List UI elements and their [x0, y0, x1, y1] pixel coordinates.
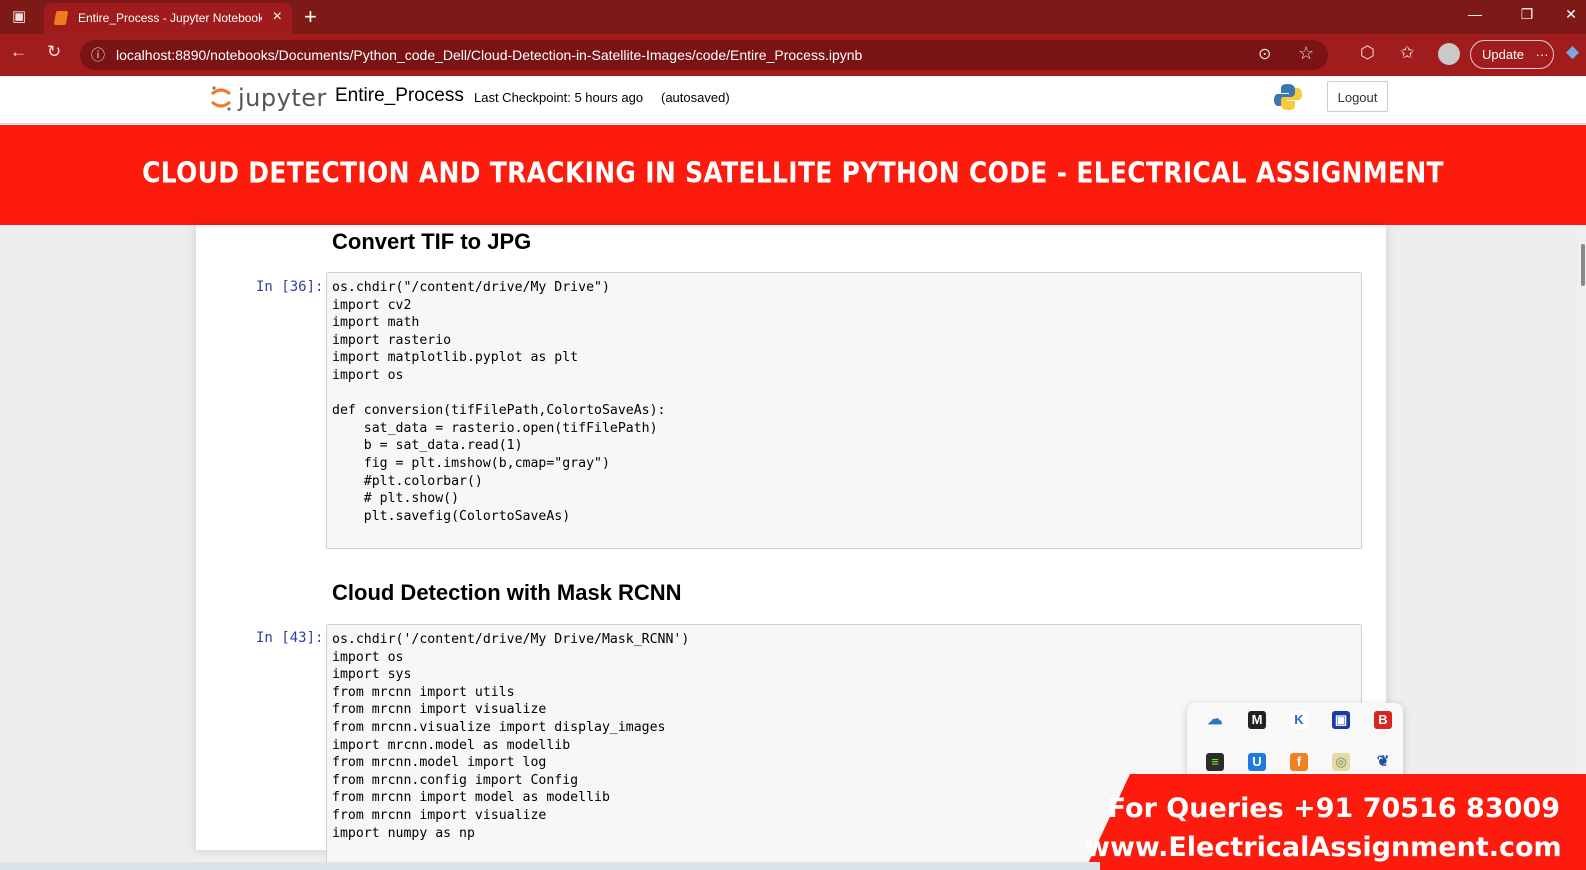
app-k-icon[interactable]: K [1290, 711, 1308, 729]
app-m-icon[interactable]: M [1248, 711, 1266, 729]
app-bird-icon[interactable]: ❦ [1374, 753, 1392, 771]
window-close-icon[interactable]: ✕ [1556, 6, 1586, 23]
app-u-icon[interactable]: U [1248, 753, 1266, 771]
app-pale-icon[interactable]: ◎ [1332, 753, 1350, 771]
browser-toolbar: ← ↻ ⓘ localhost:8890/notebooks/Documents… [0, 34, 1586, 76]
back-icon[interactable]: ← [10, 42, 27, 62]
cell-prompt: In [36]: [256, 279, 324, 295]
promo-website: www.ElectricalAssignment.com [1085, 832, 1562, 863]
favorites-icon[interactable]: ✩ [1400, 43, 1414, 63]
address-bar[interactable]: ⓘ localhost:8890/notebooks/Documents/Pyt… [80, 40, 1328, 70]
notebook-name[interactable]: Entire_Process [335, 85, 464, 107]
scrollbar-thumb[interactable] [1581, 244, 1585, 286]
markdown-heading: Cloud Detection with Mask RCNN [332, 580, 682, 605]
browser-tab-active[interactable]: Entire_Process - Jupyter Notebook × [44, 3, 292, 34]
checkpoint-status: Last Checkpoint: 5 hours ago [474, 90, 644, 105]
app-orange-icon[interactable]: f [1290, 753, 1308, 771]
page-scrollbar[interactable] [1578, 225, 1586, 850]
notebook-favicon-icon [53, 11, 69, 25]
copilot-icon[interactable]: ◆ [1566, 42, 1579, 62]
extensions-icon[interactable]: ⬡ [1360, 43, 1375, 63]
app-b-icon[interactable]: B [1374, 711, 1392, 729]
app-save-icon[interactable]: ▣ [1332, 711, 1350, 729]
reading-mode-icon[interactable]: ⊙ [1258, 44, 1271, 64]
new-tab-icon[interactable]: + [304, 4, 317, 30]
site-info-icon[interactable]: ⓘ [91, 45, 105, 65]
favorite-star-icon[interactable]: ☆ [1298, 43, 1314, 64]
promo-phone: For Queries +91 70516 83009 [1107, 793, 1560, 824]
app-green-icon[interactable]: ≡ [1206, 753, 1224, 771]
windows-taskbar [0, 862, 1100, 870]
jupyter-logo-icon [211, 86, 231, 111]
promo-banner: CLOUD DETECTION AND TRACKING IN SATELLIT… [0, 125, 1586, 225]
cell-prompt: In [43]: [256, 630, 324, 646]
tab-actions-icon[interactable]: ▣ [12, 7, 26, 25]
onedrive-icon[interactable]: ☁ [1206, 711, 1224, 729]
python-logo-icon [1274, 84, 1302, 110]
jupyter-header: jupyter Entire_Process Last Checkpoint: … [0, 76, 1586, 124]
browser-tab-bar: ▣ Entire_Process - Jupyter Notebook × + … [0, 0, 1586, 34]
jupyter-logo-text[interactable]: jupyter [238, 84, 327, 112]
minimize-icon[interactable]: — [1460, 6, 1490, 22]
update-label: Update [1482, 47, 1524, 62]
restore-icon[interactable]: ❐ [1512, 6, 1542, 23]
logout-button[interactable]: Logout [1327, 81, 1388, 112]
banner-title: CLOUD DETECTION AND TRACKING IN SATELLIT… [142, 155, 1444, 190]
autosave-status: (autosaved) [661, 90, 730, 105]
url-text: localhost:8890/notebooks/Documents/Pytho… [116, 47, 863, 63]
update-button[interactable]: Update ··· [1470, 40, 1554, 69]
refresh-icon[interactable]: ↻ [47, 42, 61, 62]
tab-close-icon[interactable]: × [273, 8, 282, 26]
more-icon: ··· [1535, 47, 1549, 62]
markdown-heading: Convert TIF to JPG [332, 229, 532, 254]
code-text: os.chdir("/content/drive/My Drive") impo… [332, 280, 666, 524]
code-cell[interactable]: os.chdir("/content/drive/My Drive") impo… [326, 272, 1362, 549]
tab-title: Entire_Process - Jupyter Notebook [78, 11, 262, 25]
profile-avatar[interactable] [1438, 43, 1460, 65]
